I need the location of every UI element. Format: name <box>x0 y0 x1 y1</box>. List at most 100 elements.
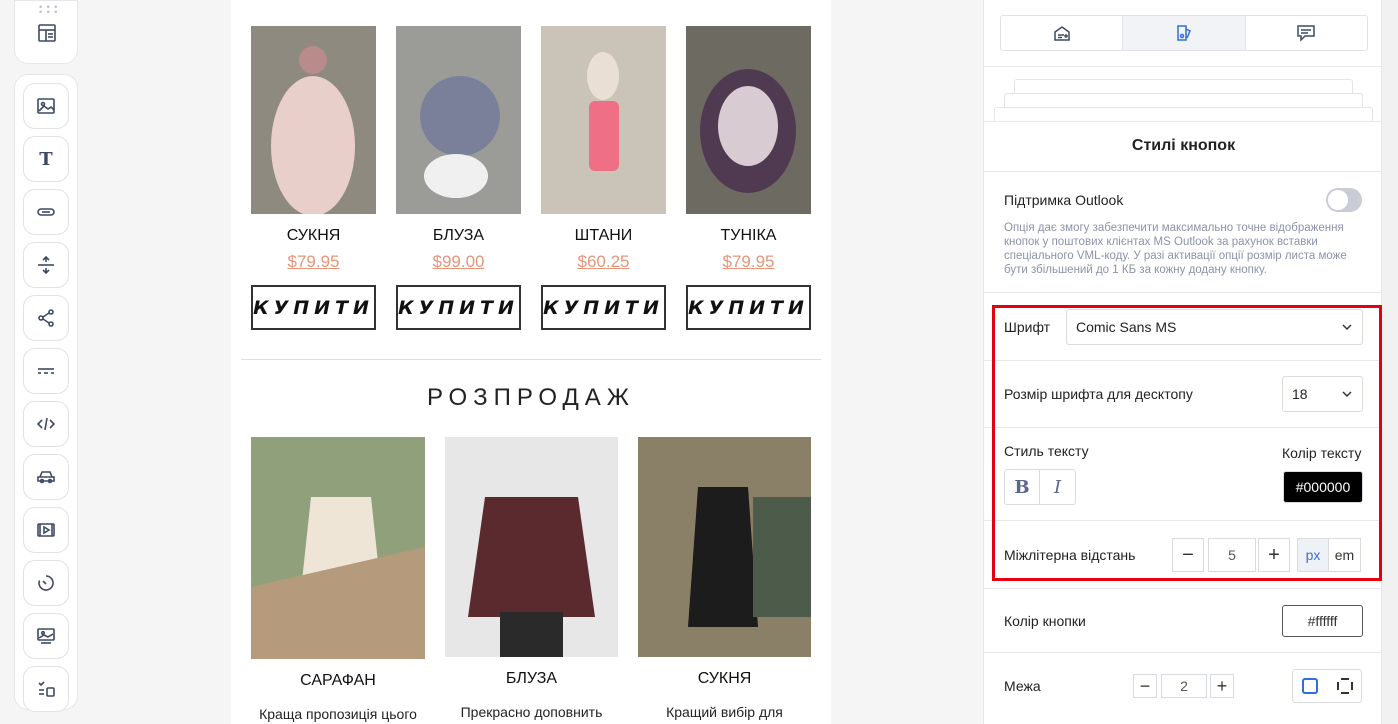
buy-button[interactable]: КУПИТИ <box>541 285 666 330</box>
settings-panel: Стилі кнопок Підтримка Outlook Опція дає… <box>983 0 1383 724</box>
page-scrollbar[interactable] <box>1382 0 1398 724</box>
tab-blocks[interactable] <box>1001 16 1124 50</box>
divider-icon <box>38 368 54 374</box>
styles-icon <box>1177 25 1191 41</box>
spacer-block-button[interactable] <box>23 242 69 288</box>
italic-button[interactable]: I <box>1040 470 1075 504</box>
stacked-card <box>1004 93 1363 107</box>
button-block-button[interactable] <box>23 189 69 235</box>
text-block-button[interactable]: T <box>23 136 69 182</box>
letter-spacing-decrease-button[interactable]: − <box>1172 538 1204 572</box>
letter-spacing-input[interactable]: 5 <box>1208 538 1256 572</box>
layout-toolbar: • • • • • • <box>14 0 78 64</box>
product-image[interactable] <box>445 437 618 657</box>
border-decrease-button[interactable]: − <box>1133 674 1157 698</box>
product-image[interactable] <box>541 26 666 214</box>
product-card: ШТАНИ $60.25 КУПИТИ <box>541 26 666 331</box>
spacer-icon <box>38 255 54 275</box>
product-name: СУКНЯ <box>286 227 341 244</box>
panel-title: Стилі кнопок <box>1131 137 1236 154</box>
unit-px-button[interactable]: px <box>1298 539 1329 571</box>
email-canvas: СУКНЯ $79.95 КУПИТИ БЛУЗА $99.00 КУПИТИ … <box>231 0 831 724</box>
product-price[interactable]: $79.95 <box>686 252 811 272</box>
bold-button[interactable]: B <box>1005 470 1040 504</box>
panel-separator <box>984 171 1383 172</box>
amp-icon <box>38 681 55 697</box>
image-icon <box>37 98 55 114</box>
panel-separator <box>984 652 1383 653</box>
tab-styles[interactable] <box>1123 16 1246 50</box>
unit-toggle: px em <box>1297 538 1361 572</box>
product-name: САРАФАН <box>300 672 376 689</box>
product-price[interactable]: $99.00 <box>396 252 521 272</box>
menu-icon <box>37 471 55 484</box>
product-card: СУКНЯ $79.95 КУПИТИ <box>251 26 376 331</box>
social-block-button[interactable] <box>23 295 69 341</box>
comment-icon <box>1297 25 1316 42</box>
product-name: ТУНІКА <box>720 227 777 244</box>
letter-spacing-increase-button[interactable]: + <box>1258 538 1290 572</box>
blocks-toolbar: T <box>14 74 78 712</box>
product-description: Кращий вибір для <box>666 704 783 720</box>
border-sides-button[interactable] <box>1328 670 1362 702</box>
product-image[interactable] <box>396 26 521 214</box>
product-name: БЛУЗА <box>432 227 485 244</box>
timer-block-button[interactable] <box>23 560 69 606</box>
timer-icon <box>38 575 54 591</box>
panel-separator <box>984 588 1383 589</box>
section-title: РОЗПРОДАЖ <box>427 384 635 411</box>
product-image[interactable] <box>638 437 811 657</box>
drag-handle-icon[interactable]: • • • • • • <box>39 3 58 17</box>
product-price[interactable]: $79.95 <box>251 252 376 272</box>
border-width-input[interactable]: 2 <box>1161 674 1207 698</box>
text-color-picker[interactable]: #000000 <box>1283 471 1363 503</box>
panel-separator <box>984 121 1383 122</box>
tab-comments[interactable] <box>1246 16 1367 50</box>
font-size-label: Розмір шрифта для десктопу <box>1004 386 1193 402</box>
html-block-button[interactable] <box>23 401 69 447</box>
outlook-support-toggle[interactable] <box>1326 188 1362 212</box>
text-icon: T <box>39 148 53 170</box>
font-size-select[interactable]: 18 <box>1282 376 1363 412</box>
banner-icon <box>37 628 55 644</box>
product-price[interactable]: $60.25 <box>541 252 666 272</box>
buy-button[interactable]: КУПИТИ <box>396 285 521 330</box>
button-color-picker[interactable]: #ffffff <box>1282 605 1363 637</box>
text-style-label: Стиль тексту <box>1004 443 1089 459</box>
text-color-label: Колір тексту <box>1282 445 1362 461</box>
border-mode-group <box>1292 669 1362 703</box>
border-label: Межа <box>1004 678 1041 694</box>
product-name: ШТАНИ <box>574 227 633 244</box>
border-all-button[interactable] <box>1293 670 1327 702</box>
banner-block-button[interactable] <box>23 613 69 659</box>
blocks-icon <box>1053 26 1070 41</box>
chevron-down-icon <box>1342 324 1352 331</box>
border-sides-icon <box>1337 678 1353 694</box>
layout-icon[interactable] <box>37 23 57 48</box>
panel-separator <box>984 427 1383 428</box>
product-image[interactable] <box>686 26 811 214</box>
product-name: СУКНЯ <box>697 670 752 687</box>
button-color-label: Колір кнопки <box>1004 613 1086 629</box>
product-image[interactable] <box>251 26 376 214</box>
product-card: ТУНІКА $79.95 КУПИТИ <box>686 26 811 331</box>
font-label: Шрифт <box>1004 319 1051 335</box>
font-select[interactable]: Comic Sans MS <box>1066 309 1363 345</box>
buy-button[interactable]: КУПИТИ <box>251 285 376 330</box>
border-increase-button[interactable]: + <box>1210 674 1234 698</box>
product-image[interactable] <box>251 437 425 659</box>
chevron-down-icon <box>1342 391 1352 398</box>
panel-tabs <box>1000 15 1368 51</box>
divider-block-button[interactable] <box>23 348 69 394</box>
menu-block-button[interactable] <box>23 454 69 500</box>
product-description: Краща пропозиція цього <box>259 706 417 722</box>
panel-separator <box>984 520 1383 521</box>
unit-em-button[interactable]: em <box>1329 539 1360 571</box>
video-block-button[interactable] <box>23 507 69 553</box>
section-divider <box>241 359 821 360</box>
amp-block-button[interactable] <box>23 666 69 712</box>
buy-button[interactable]: КУПИТИ <box>686 285 811 330</box>
image-block-button[interactable] <box>23 83 69 129</box>
product-description: Прекрасно доповнить <box>460 704 603 720</box>
stacked-card <box>1014 79 1353 93</box>
